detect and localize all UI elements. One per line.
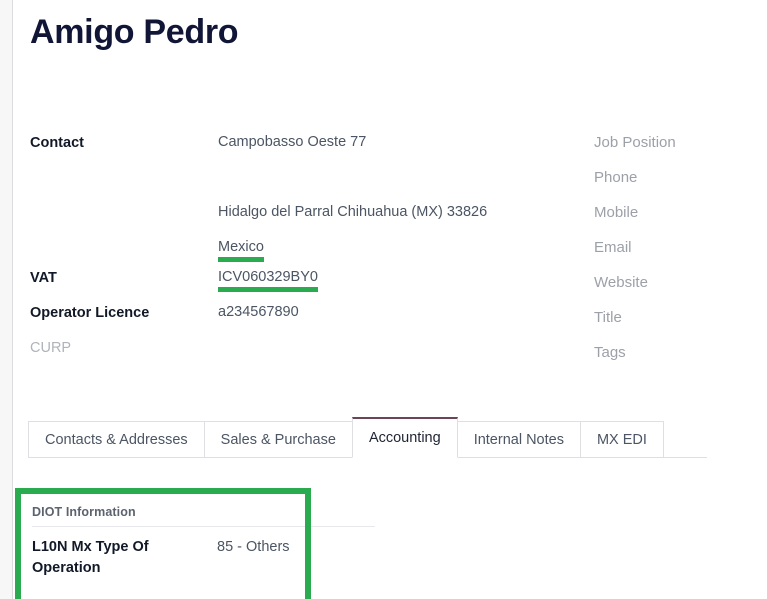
phone-label[interactable]: Phone (594, 167, 767, 202)
l10n-mx-type-of-operation-label: L10N Mx Type Of Operation (32, 539, 149, 576)
address-state[interactable]: Chihuahua (MX) (337, 204, 443, 220)
vat-value-wrap[interactable]: ICV060329BY0 (218, 267, 318, 292)
tab-sales-purchase[interactable]: Sales & Purchase (203, 421, 353, 458)
diot-section-divider (32, 526, 375, 527)
address-country-line[interactable]: Mexico (218, 237, 491, 262)
operator-licence-label: Operator Licence (30, 305, 150, 321)
contact-fields-group: Contact Campobasso Oeste 77 Hidalgo del … (14, 132, 767, 377)
tab-bar: Contacts & Addresses Sales & Purchase Ac… (14, 417, 767, 458)
tab-accounting[interactable]: Accounting (351, 417, 458, 458)
email-label[interactable]: Email (594, 237, 767, 272)
job-position-label[interactable]: Job Position (594, 132, 767, 167)
page-title: Amigo Pedro (30, 13, 239, 51)
tags-label[interactable]: Tags (594, 342, 767, 377)
field-row-l10n-mx-type-of-operation: L10N Mx Type Of Operation 85 - Others (32, 537, 767, 579)
diot-inner: DIOT Information L10N Mx Type Of Operati… (14, 488, 767, 579)
record-form-sheet: Amigo Pedro Contact Campobasso Oeste 77 … (14, 0, 767, 599)
l10n-mx-type-of-operation-value[interactable]: 85 - Others (217, 537, 290, 558)
address-block[interactable]: Campobasso Oeste 77 Hidalgo del Parral Ch… (218, 132, 491, 262)
field-row-contact: Contact Campobasso Oeste 77 Hidalgo del … (30, 132, 594, 262)
address-city-line[interactable]: Hidalgo del Parral Chihuahua (MX) 33826 (218, 202, 491, 222)
address-street[interactable]: Campobasso Oeste 77 (218, 132, 491, 152)
address-zip[interactable]: 33826 (447, 204, 487, 220)
left-gutter-strip (0, 0, 13, 599)
left-field-column: Contact Campobasso Oeste 77 Hidalgo del … (14, 132, 594, 377)
address-country[interactable]: Mexico (218, 238, 264, 262)
tab-internal-notes[interactable]: Internal Notes (456, 421, 581, 458)
address-city[interactable]: Hidalgo del Parral (218, 204, 333, 220)
field-row-operator-licence: Operator Licence a234567890 (30, 302, 594, 329)
diot-section-title: DIOT Information (32, 505, 136, 519)
notebook: Contacts & Addresses Sales & Purchase Ac… (14, 417, 767, 458)
curp-label: CURP (30, 340, 72, 356)
mobile-label[interactable]: Mobile (594, 202, 767, 237)
contact-label: Contact (30, 135, 84, 151)
diot-panel: DIOT Information L10N Mx Type Of Operati… (14, 488, 767, 599)
title-label[interactable]: Title (594, 307, 767, 342)
address-street2[interactable] (218, 167, 491, 187)
field-row-curp: CURP (30, 337, 594, 364)
operator-licence-value[interactable]: a234567890 (218, 302, 299, 322)
vat-label: VAT (30, 270, 57, 286)
tab-mx-edi[interactable]: MX EDI (579, 421, 664, 458)
vat-value[interactable]: ICV060329BY0 (218, 268, 318, 292)
right-field-column: Job Position Phone Mobile Email Website … (594, 132, 767, 377)
website-label[interactable]: Website (594, 272, 767, 307)
field-row-vat: VAT ICV060329BY0 (30, 267, 594, 294)
tab-contacts-addresses[interactable]: Contacts & Addresses (28, 421, 205, 458)
